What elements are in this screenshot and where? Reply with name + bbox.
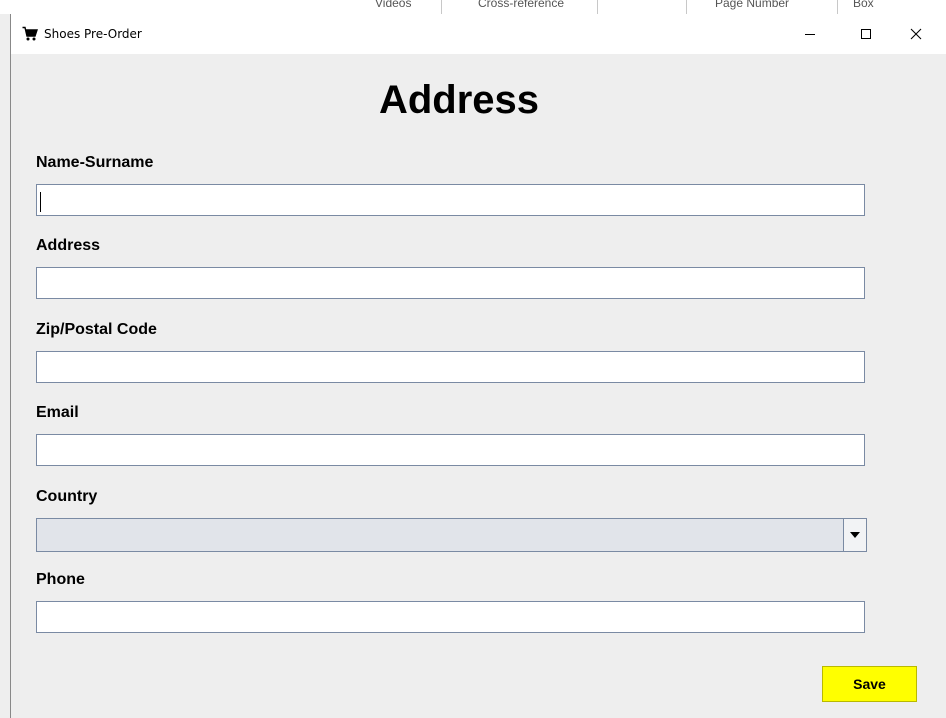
background-app-strip: Videos Cross-reference Page Number Box [0, 0, 946, 14]
background-separator [686, 0, 687, 14]
window-title: Shoes Pre-Order [44, 27, 142, 41]
maximize-button[interactable] [843, 14, 889, 54]
background-fragment-videos: Videos [375, 0, 412, 10]
cart-icon [22, 26, 38, 42]
email-input[interactable] [36, 434, 865, 466]
country-dropdown-button[interactable] [843, 519, 866, 551]
background-fragment-cross-reference: Cross-reference [478, 0, 565, 10]
close-button[interactable] [893, 14, 939, 54]
close-icon [910, 28, 922, 40]
background-separator [837, 0, 838, 14]
minimize-button[interactable] [787, 14, 833, 54]
minimize-icon [805, 34, 815, 35]
address-label: Address [36, 237, 101, 254]
title-bar[interactable]: Shoes Pre-Order [11, 14, 946, 54]
background-fragment-box: Box [853, 0, 874, 10]
country-label: Country [36, 488, 98, 505]
chevron-down-icon [850, 532, 860, 538]
text-caret [40, 192, 41, 212]
name-label: Name-Surname [36, 154, 154, 171]
zip-label: Zip/Postal Code [36, 321, 157, 338]
maximize-icon [861, 29, 871, 39]
name-input[interactable] [36, 184, 865, 216]
zip-input[interactable] [36, 351, 865, 383]
save-button[interactable]: Save [822, 666, 917, 702]
phone-input[interactable] [36, 601, 865, 633]
background-separator [441, 0, 442, 14]
phone-label: Phone [36, 571, 85, 588]
email-label: Email [36, 404, 79, 421]
address-input[interactable] [36, 267, 865, 299]
country-select[interactable] [36, 518, 867, 552]
app-window: Shoes Pre-Order Address Name-Surname Add… [10, 14, 946, 718]
background-fragment-page-number: Page Number [715, 0, 790, 10]
background-separator [597, 0, 598, 14]
page-title: Address [378, 78, 540, 122]
